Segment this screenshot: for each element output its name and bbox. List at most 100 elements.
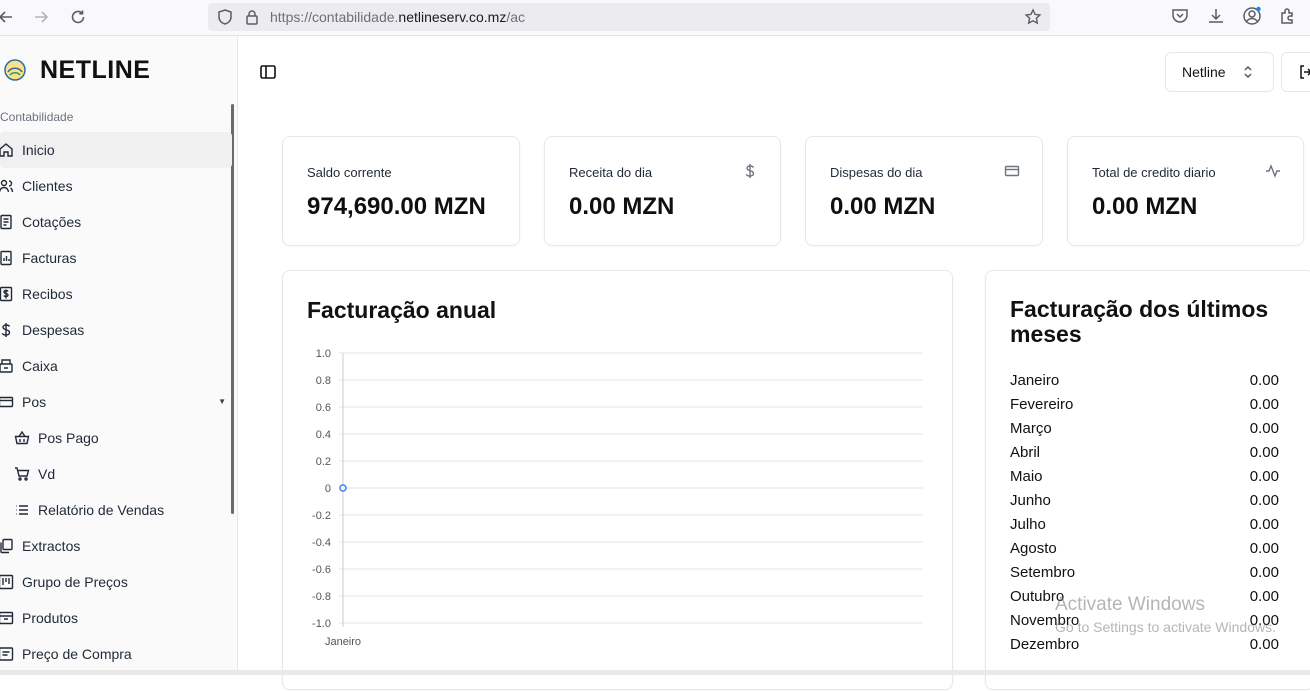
main-content: Netline Saldo corrente 974,690.00 MZN Re… [238, 36, 1310, 690]
data-point [339, 484, 347, 492]
sidebar-item-cotacoes[interactable]: Cotações [0, 204, 232, 240]
pocket-icon[interactable] [1170, 6, 1190, 26]
month-name: Dezembro [1010, 636, 1080, 653]
sidebar-menu: Inicio Clientes Cotações Facturas Recibo… [0, 132, 232, 672]
y-tick-label: -0.2 [312, 510, 331, 522]
stat-title: Dispesas do dia [830, 165, 923, 180]
month-name: Março [1010, 420, 1052, 437]
credit-card-icon [1004, 165, 1020, 177]
sidebar-item-grupo-precos[interactable]: Grupo de Preços [0, 564, 232, 600]
logout-button[interactable] [1281, 52, 1310, 92]
document-icon [0, 214, 12, 230]
month-value: 0.00 [1249, 564, 1279, 581]
kanban-icon [0, 574, 14, 590]
sidebar-item-pos-pago[interactable]: Pos Pago [0, 420, 232, 456]
list-icon [16, 505, 28, 515]
url-text[interactable]: https://contabilidade.netlineserv.co.mz/… [270, 9, 525, 25]
sidebar-item-produtos[interactable]: Produtos [0, 600, 232, 636]
card-icon [0, 396, 14, 408]
sidebar-group-label: Contabilidade [0, 110, 74, 124]
sidebar-item-label: Inicio [22, 142, 55, 158]
month-value: 0.00 [1249, 540, 1279, 557]
y-tick-label: -0.4 [312, 537, 331, 549]
netline-logo-icon [4, 59, 26, 81]
activate-windows-watermark: Activate Windows [1055, 594, 1205, 615]
activate-windows-hint: Go to Settings to activate Windows. [1055, 619, 1276, 635]
sidebar-item-despesas[interactable]: Despesas [0, 312, 232, 348]
url-bar[interactable]: https://contabilidade.netlineserv.co.mz/… [208, 3, 1050, 31]
month-row: Dezembro 0.00 [1010, 633, 1279, 657]
y-tick-label: 0 [325, 483, 331, 495]
copy-icon [0, 538, 13, 554]
back-icon[interactable] [0, 5, 18, 29]
annual-chart-card: Facturação anual 1.0 0.8 0.6 0.4 0.2 0 -0.2 -0.… [282, 270, 953, 690]
sidebar-item-pos[interactable]: Pos ▼ [0, 384, 232, 420]
cart-icon [15, 467, 30, 481]
sidebar-item-inicio[interactable]: Inicio [0, 132, 232, 168]
bottom-strip [0, 670, 1310, 675]
y-tick-label: 0.2 [316, 456, 331, 468]
month-name: Maio [1010, 468, 1043, 485]
url-suffix: /ac [506, 9, 526, 25]
month-value: 0.00 [1249, 468, 1279, 485]
account-icon[interactable] [1242, 6, 1262, 26]
sidebar-item-caixa[interactable]: Caixa [0, 348, 232, 384]
sidebar-item-clientes[interactable]: Clientes [0, 168, 232, 204]
month-name: Junho [1010, 492, 1051, 509]
month-name: Abril [1010, 444, 1041, 461]
y-tick-label: 0.6 [316, 402, 331, 414]
x-tick-label: Janeiro [325, 636, 361, 648]
month-name: Julho [1010, 516, 1046, 533]
tag-icon [0, 647, 14, 661]
month-value: 0.00 [1249, 444, 1279, 461]
stat-title: Receita do dia [569, 165, 653, 180]
sidebar-item-label: Grupo de Preços [22, 574, 128, 590]
bookmark-star-icon[interactable] [1024, 8, 1042, 26]
month-row: Março 0.00 [1010, 417, 1279, 441]
caret-down-icon[interactable]: ▼ [218, 397, 226, 406]
month-value: 0.00 [1249, 588, 1279, 605]
month-row: Agosto 0.00 [1010, 537, 1279, 561]
sidebar-item-preco-compra[interactable]: Preço de Compra [0, 636, 232, 672]
month-row: Fevereiro 0.00 [1010, 393, 1279, 417]
sidebar-toggle-icon[interactable] [258, 62, 278, 82]
sidebar-item-relatorio-vendas[interactable]: Relatório de Vendas [0, 492, 232, 528]
extensions-icon[interactable] [1278, 6, 1298, 26]
sidebar-item-extractos[interactable]: Extractos [0, 528, 232, 564]
sidebar-item-recibos[interactable]: Recibos [0, 276, 232, 312]
sidebar-item-label: Vd [38, 466, 56, 482]
stat-card-receita-dia: Receita do dia 0.00 MZN [544, 136, 781, 246]
reload-icon[interactable] [66, 5, 90, 29]
url-host: netlineserv.co.mz [398, 9, 507, 25]
sidebar-item-label: Clientes [22, 178, 73, 194]
dollar-icon [745, 164, 755, 178]
sidebar-item-label: Produtos [22, 610, 79, 626]
chart-title: Facturação anual [307, 297, 497, 323]
download-icon[interactable] [1206, 6, 1226, 26]
sidebar-item-label: Despesas [22, 322, 85, 338]
month-row: Setembro 0.00 [1010, 561, 1279, 585]
stat-card-credito-diario: Total de credito diario 0.00 MZN [1067, 136, 1304, 246]
stat-value: 974,690.00 MZN [307, 193, 486, 220]
url-prefix: https://contabilidade. [270, 9, 399, 25]
y-tick-label: -0.8 [312, 591, 331, 603]
organization-select[interactable]: Netline [1165, 52, 1274, 92]
shield-icon[interactable] [216, 8, 234, 26]
stat-title: Saldo corrente [307, 165, 392, 180]
sidebar-item-vd[interactable]: Vd [0, 456, 232, 492]
sidebar-item-label: Extractos [22, 538, 81, 554]
month-row: Julho 0.00 [1010, 513, 1279, 537]
stat-card-dispesas-dia: Dispesas do dia 0.00 MZN [805, 136, 1043, 246]
month-value: 0.00 [1249, 516, 1279, 533]
organization-select-value: Netline [1182, 64, 1226, 80]
lock-icon[interactable] [243, 8, 261, 26]
sidebar-item-facturas[interactable]: Facturas [0, 240, 232, 276]
cash-register-icon [0, 359, 13, 373]
brand[interactable]: NETLINE [0, 52, 150, 88]
annual-chart: 1.0 0.8 0.6 0.4 0.2 0 -0.2 -0.4 -0.6 -0.8 -1.0 Jane… [312, 348, 923, 648]
recent-months-title: Facturação dos últimos meses [1010, 296, 1269, 347]
forward-icon[interactable] [29, 5, 53, 29]
sidebar-item-label: Pos [22, 394, 47, 410]
stat-title: Total de credito diario [1092, 165, 1216, 180]
month-value: 0.00 [1249, 372, 1279, 389]
